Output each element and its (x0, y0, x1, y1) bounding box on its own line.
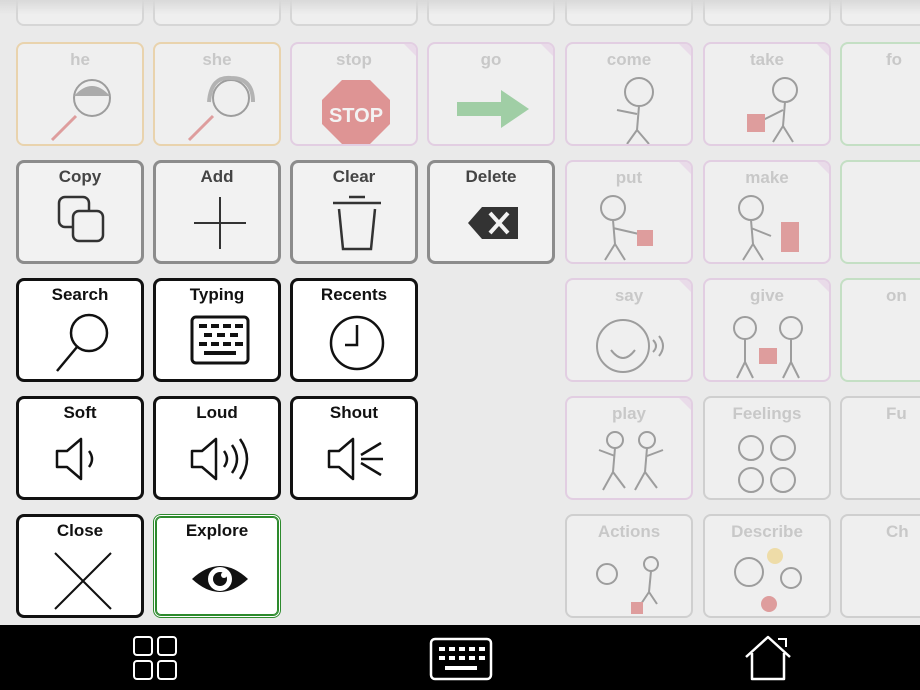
shout-label: Shout (329, 403, 379, 422)
home-icon (745, 635, 791, 681)
loud-button[interactable]: Loud (153, 396, 281, 500)
home-button[interactable] (738, 633, 798, 683)
person-making-icon (738, 195, 799, 261)
word-label: go (480, 50, 502, 69)
word-label: give (749, 286, 785, 305)
folder-label: Fu (886, 404, 907, 423)
soft-button[interactable]: Soft (16, 396, 144, 500)
person-beckoning-icon (616, 77, 654, 144)
green-arrow-icon (457, 90, 529, 128)
folder-label: Describe (731, 522, 803, 541)
copy-button[interactable]: Copy (16, 160, 144, 264)
typing-label: Typing (189, 285, 245, 304)
shout-button[interactable]: Shout (290, 396, 418, 500)
faces-feelings-icon (738, 435, 796, 493)
speaker-shout-icon (327, 437, 383, 481)
folder-label: Feelings (732, 404, 802, 423)
word-label: on (886, 286, 907, 305)
word-tile-come[interactable]: come (565, 42, 693, 146)
word-tile-say[interactable]: say (565, 278, 693, 382)
close-label: Close (56, 521, 104, 540)
children-playing-icon (598, 431, 664, 491)
word-label: take (749, 50, 785, 69)
word-tile-put[interactable]: put (565, 160, 693, 264)
word-tile-she[interactable]: she (153, 42, 281, 146)
word-label: he (70, 50, 90, 69)
keyboard-button[interactable] (429, 633, 493, 683)
delete-button[interactable]: Delete (427, 160, 555, 264)
person-putting-icon (600, 195, 653, 261)
top-shadow (0, 0, 920, 14)
copy-label: Copy (58, 167, 102, 186)
boy-pointing-icon (50, 79, 111, 142)
clear-label: Clear (332, 167, 376, 186)
soft-label: Soft (63, 403, 97, 422)
speaker-loud-icon (190, 437, 249, 481)
grid-icon (133, 636, 177, 680)
add-button[interactable]: Add (153, 160, 281, 264)
word-label: fo (886, 50, 903, 69)
keyboard-icon (429, 637, 493, 681)
folder-partial[interactable]: Ch (840, 514, 920, 618)
stop-sign-icon: STOP (322, 80, 390, 144)
folder-feelings[interactable]: Feelings (703, 396, 831, 500)
grid-view-button[interactable] (126, 633, 186, 683)
folder-label: Actions (597, 522, 661, 541)
close-icon (54, 552, 112, 610)
word-tile-stop[interactable]: stop STOP (290, 42, 418, 146)
speaker-soft-icon (55, 437, 94, 481)
copy-icon (57, 195, 105, 243)
stop-sign-text: STOP (329, 105, 383, 127)
typing-button[interactable]: Typing (153, 278, 281, 382)
word-tile-partial[interactable]: on (840, 278, 920, 382)
folder-actions[interactable]: Actions (565, 514, 693, 618)
clock-icon (329, 315, 385, 371)
recents-label: Recents (320, 285, 388, 304)
word-tile-partial[interactable]: fo (840, 42, 920, 146)
word-tile-partial[interactable] (840, 160, 920, 264)
close-button[interactable]: Close (16, 514, 144, 618)
word-tile-he[interactable]: he (16, 42, 144, 146)
face-speaking-icon (596, 319, 664, 373)
word-label: say (614, 286, 644, 305)
recents-button[interactable]: Recents (290, 278, 418, 382)
people-giving-icon (733, 316, 803, 379)
word-tile-go[interactable]: go (427, 42, 555, 146)
word-tile-take[interactable]: take (703, 42, 831, 146)
word-tile-give[interactable]: give (703, 278, 831, 382)
actions-icon (596, 556, 659, 614)
search-icon (56, 313, 109, 372)
girl-pointing-icon (187, 75, 255, 142)
word-label: she (202, 50, 232, 69)
search-button[interactable]: Search (16, 278, 144, 382)
folder-partial[interactable]: Fu (840, 396, 920, 500)
word-label: make (745, 168, 789, 187)
bottom-navigation-bar (0, 625, 920, 690)
eye-icon (192, 566, 248, 592)
loud-label: Loud (196, 403, 238, 422)
search-label: Search (51, 285, 109, 304)
clear-button[interactable]: Clear (290, 160, 418, 264)
explore-label: Explore (185, 521, 249, 540)
folder-describe[interactable]: Describe (703, 514, 831, 618)
trash-icon (333, 195, 381, 251)
backspace-icon (468, 207, 518, 239)
word-tile-make[interactable]: make (703, 160, 831, 264)
delete-label: Delete (465, 167, 517, 186)
explore-button[interactable]: Explore (153, 514, 281, 618)
word-tile-play[interactable]: play (565, 396, 693, 500)
keyboard-icon (190, 315, 250, 365)
word-label: come (606, 50, 652, 69)
word-label: play (611, 404, 647, 423)
plus-icon (194, 197, 246, 249)
describe-icon (734, 548, 802, 612)
add-label: Add (200, 167, 234, 186)
person-taking-box-icon (747, 77, 798, 143)
word-label: put (615, 168, 643, 187)
word-label: stop (336, 50, 372, 69)
folder-label: Ch (886, 522, 909, 541)
